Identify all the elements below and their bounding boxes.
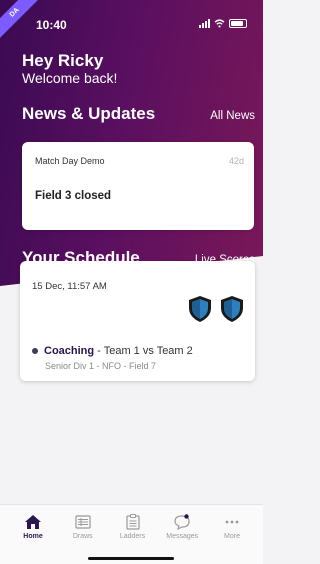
signal-icon bbox=[199, 19, 210, 28]
event-separator: - bbox=[94, 345, 104, 357]
news-card-subtitle: Match Day Demo bbox=[35, 156, 105, 166]
more-icon bbox=[225, 520, 239, 524]
tab-ladders-label: Ladders bbox=[119, 533, 146, 540]
tab-bar: Home Draws Ladders Messages More bbox=[0, 504, 263, 564]
tab-draws[interactable]: Draws bbox=[60, 513, 106, 540]
wifi-icon bbox=[214, 19, 225, 28]
news-card[interactable]: Match Day Demo 42d Field 3 closed bbox=[22, 142, 254, 230]
schedule-card[interactable]: 15 Dec, 11:57 AM Coaching - Team 1 vs Te… bbox=[20, 261, 255, 381]
status-bar: 10:40 bbox=[0, 0, 263, 32]
ladders-icon bbox=[125, 514, 140, 530]
news-card-age: 42d bbox=[228, 156, 244, 166]
greeting-subtitle: Welcome back! bbox=[22, 70, 118, 86]
draws-icon bbox=[75, 515, 91, 529]
tab-more[interactable]: More bbox=[209, 513, 255, 540]
tab-home[interactable]: Home bbox=[10, 513, 56, 540]
news-section-title: News & Updates bbox=[22, 104, 156, 123]
news-section-header: News & Updates All News bbox=[22, 104, 255, 124]
status-time: 10:40 bbox=[36, 18, 67, 32]
status-icons bbox=[199, 19, 247, 28]
tab-draws-label: Draws bbox=[72, 533, 93, 540]
event-dot bbox=[32, 348, 38, 354]
battery-icon bbox=[229, 19, 247, 28]
schedule-datetime: 15 Dec, 11:57 AM bbox=[32, 281, 107, 292]
tab-more-label: More bbox=[224, 533, 240, 540]
home-icon bbox=[25, 515, 41, 529]
greeting-name: Hey Ricky bbox=[22, 51, 104, 70]
all-news-link[interactable]: All News bbox=[210, 110, 255, 122]
tab-messages-label: Messages bbox=[166, 533, 199, 540]
news-card-title: Field 3 closed bbox=[35, 190, 112, 202]
home-indicator bbox=[88, 557, 174, 560]
team-2-shield-icon bbox=[221, 296, 243, 322]
tab-home-label: Home bbox=[23, 533, 43, 540]
event-match: Team 1 vs Team 2 bbox=[103, 345, 193, 357]
team-logos bbox=[187, 295, 245, 323]
tab-ladders[interactable]: Ladders bbox=[110, 513, 156, 540]
greeting: Hey Ricky Welcome back! bbox=[22, 51, 118, 87]
event-detail: Senior Div 1 - NFO - Field 7 bbox=[45, 361, 157, 371]
schedule-event: Coaching - Team 1 vs Team 2 bbox=[32, 345, 193, 357]
event-type: Coaching bbox=[44, 345, 95, 357]
messages-icon bbox=[174, 514, 190, 531]
team-1-shield-icon bbox=[189, 296, 211, 322]
tab-messages[interactable]: Messages bbox=[159, 513, 205, 540]
